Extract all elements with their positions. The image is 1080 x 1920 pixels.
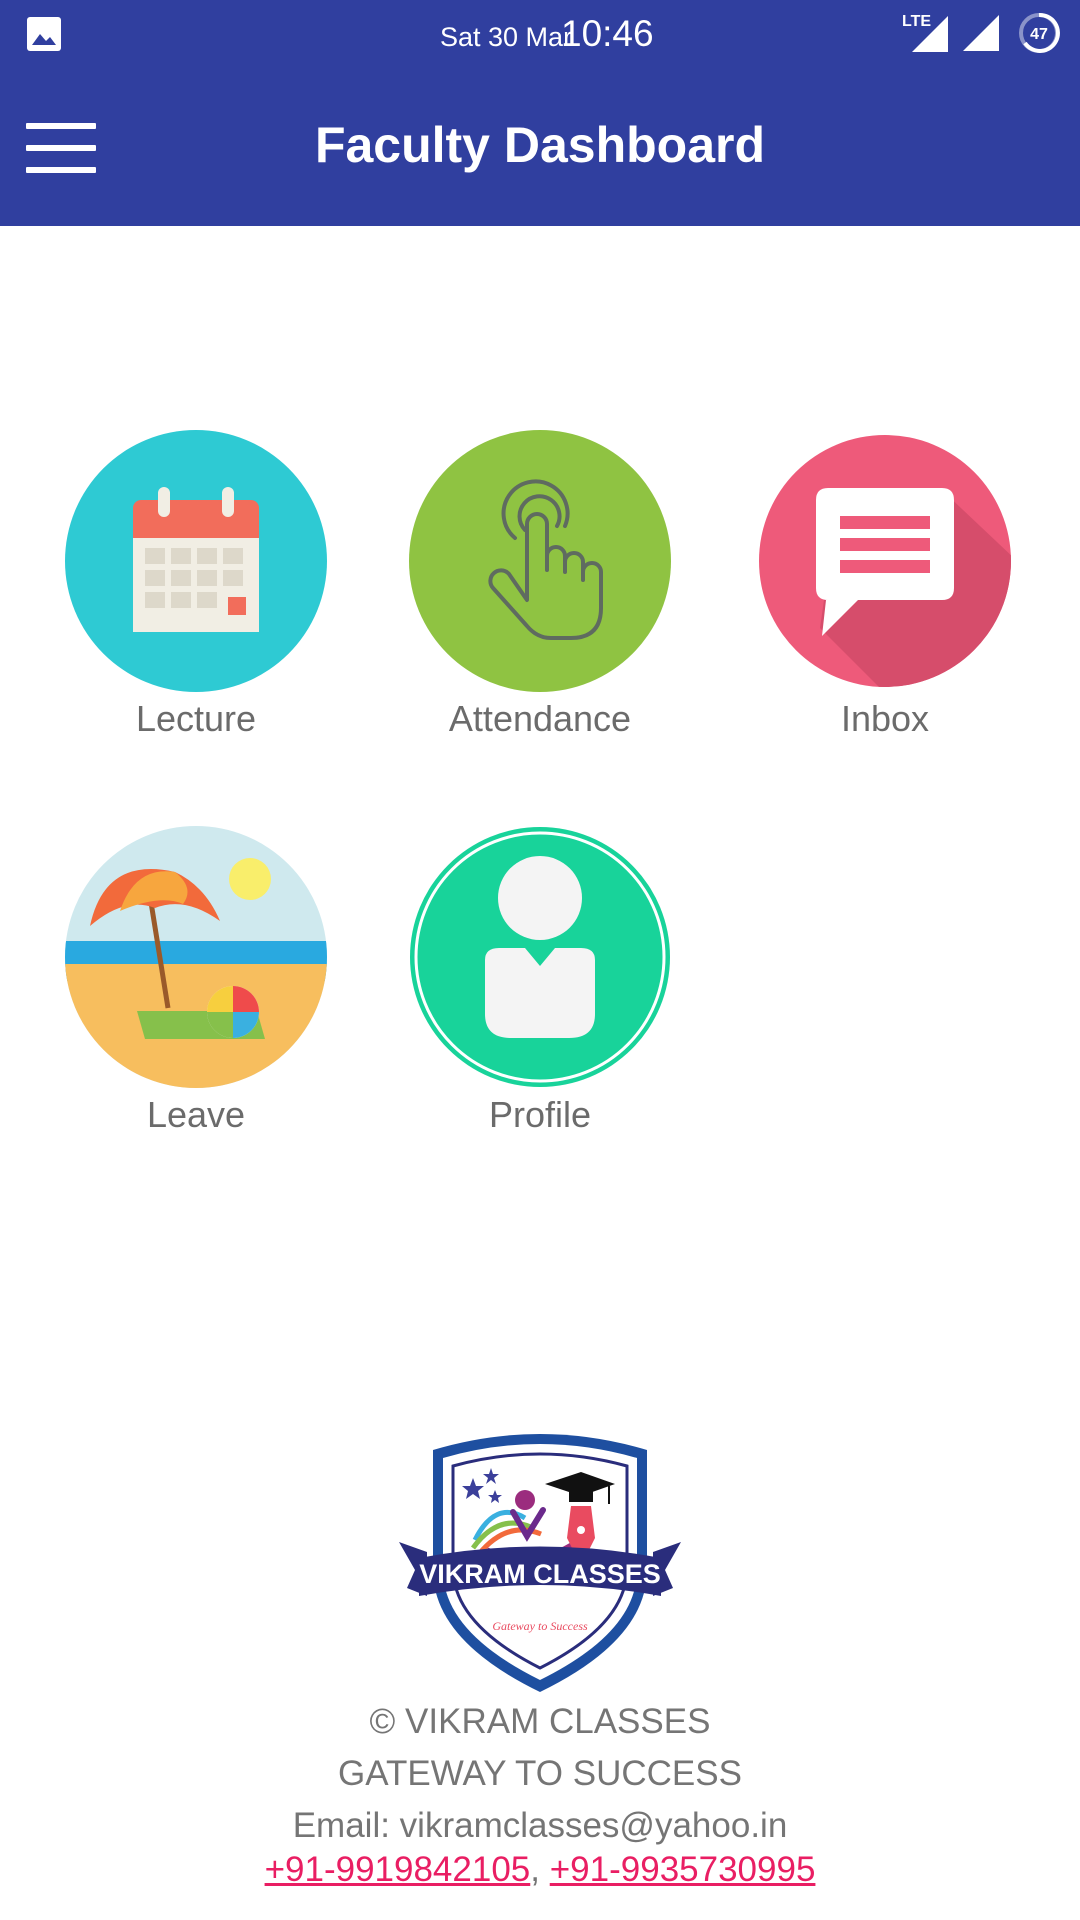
vikram-classes-logo: VIKRAM CLASSES Gateway to Success — [399, 1434, 681, 1692]
status-time: 10:46 — [561, 13, 654, 54]
signal-icon — [963, 15, 999, 51]
tile-lecture[interactable]: Lecture — [65, 430, 327, 760]
gallery-icon — [27, 17, 61, 51]
app-bar: Faculty Dashboard — [0, 70, 1080, 226]
tile-leave[interactable]: Leave — [65, 826, 327, 1156]
user-avatar-icon — [410, 827, 670, 1087]
network-type: LTE — [902, 13, 932, 30]
logo-text: VIKRAM CLASSES — [419, 1559, 661, 1589]
phone-link-1[interactable]: +91-9919842105 — [265, 1850, 531, 1889]
footer-email: Email: vikramclasses@yahoo.in — [292, 1806, 788, 1845]
logo-tagline: Gateway to Success — [492, 1619, 588, 1633]
battery-level: 47 — [1030, 26, 1048, 43]
tile-label: Profile — [488, 1094, 592, 1135]
tile-inbox[interactable]: Inbox — [754, 430, 1016, 760]
footer-copyright: © VIKRAM CLASSES — [369, 1702, 711, 1741]
tile-label: Attendance — [448, 698, 632, 739]
beach-umbrella-icon — [65, 826, 327, 1088]
tile-profile[interactable]: Profile — [409, 826, 671, 1156]
status-bar: Sat 30 Mar 10:46 LTE 47 — [0, 0, 1080, 70]
tile-label: Lecture — [135, 698, 257, 739]
chat-message-icon — [759, 435, 1011, 687]
battery-icon: 47 — [1019, 12, 1060, 53]
page-title: Faculty Dashboard — [314, 117, 766, 173]
phone-separator: , — [530, 1850, 540, 1889]
tile-label: Inbox — [840, 698, 930, 739]
calendar-icon — [65, 430, 327, 692]
touch-hand-icon — [409, 430, 671, 692]
tile-attendance[interactable]: Attendance — [409, 430, 671, 760]
tile-label: Leave — [146, 1094, 246, 1135]
phone-link-2[interactable]: +91-9935730995 — [550, 1850, 816, 1889]
footer-tagline: GATEWAY TO SUCCESS — [338, 1754, 742, 1793]
footer-phones: +91-9919842105, +91-9935730995 — [0, 1850, 1080, 1890]
status-date: Sat 30 Mar — [440, 22, 573, 52]
